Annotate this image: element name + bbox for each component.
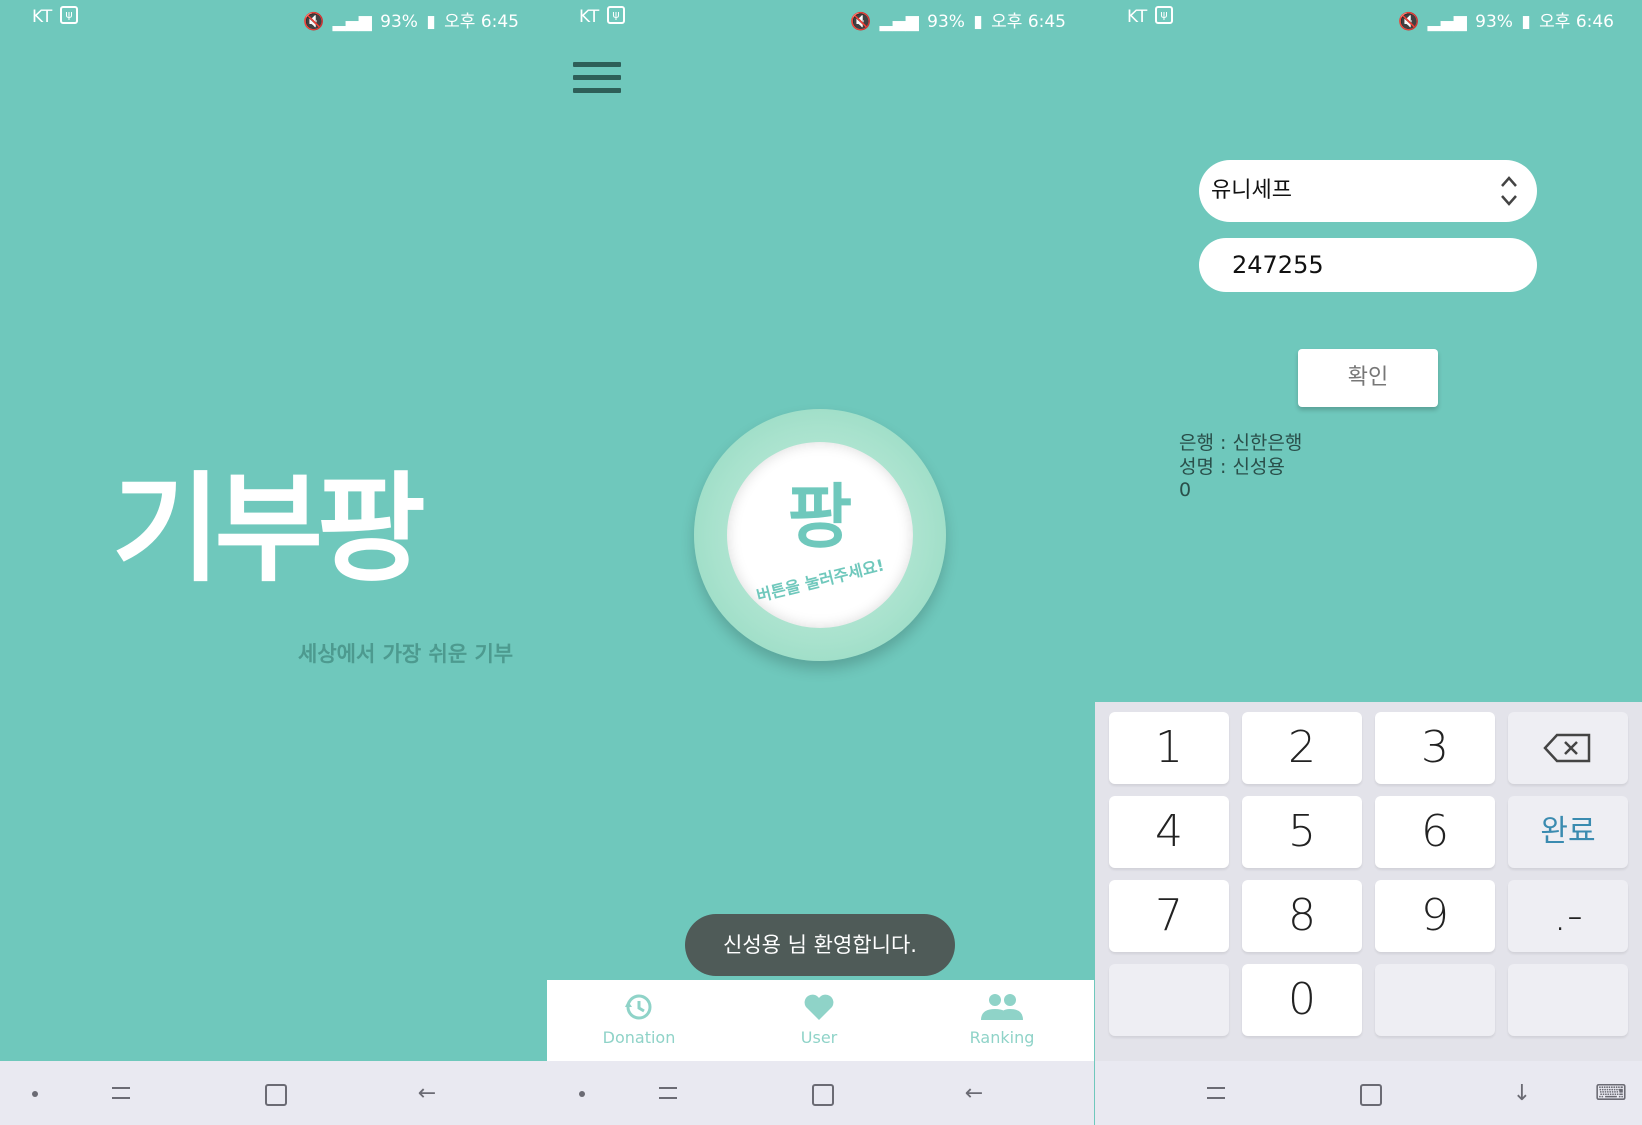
key-0[interactable]: 0 [1242,964,1362,1036]
recent-apps-button[interactable] [1203,1081,1229,1107]
mute-icon: 🔇 [1397,12,1420,32]
battery-icon: ▮ [426,12,436,32]
key-9[interactable]: 9 [1375,880,1495,952]
empty-key-mid [1375,964,1495,1036]
key-4[interactable]: 4 [1109,796,1229,868]
account-holder-info: 성명 : 신성용 [1179,456,1285,478]
backspace-key[interactable] [1508,712,1628,784]
system-nav-bar: ↓ ⌨ [1095,1061,1642,1125]
battery-level: 93% [1475,12,1513,32]
donate-tap-hint: 버튼을 눌러주세요! [754,555,887,606]
key-5[interactable]: 5 [1242,796,1362,868]
amount-input-value: 247255 [1232,251,1324,279]
keyboard-icon[interactable]: ⌨ [1595,1081,1627,1107]
key-2[interactable]: 2 [1242,712,1362,784]
key-1[interactable]: 1 [1109,712,1229,784]
organization-select-value: 유니세프 [1211,178,1292,203]
usb-icon: ψ [607,6,625,24]
system-nav-bar: ← [547,1061,1094,1125]
usb-icon: ψ [60,6,78,24]
hamburger-menu-icon[interactable] [573,62,621,98]
clock: 오후 6:46 [1539,12,1614,32]
empty-key-right [1508,964,1628,1036]
mute-icon: 🔇 [849,12,872,32]
signal-icon: ▂▄▆ [879,12,919,32]
numeric-keypad: 1 2 3 4 5 6 완료 7 8 9 .- 0 [1095,702,1642,1061]
history-icon [625,994,652,1020]
app-tagline: 세상에서 가장 쉬운 기부 [298,642,514,666]
heart-icon [804,994,834,1020]
tab-ranking-label: Ranking [969,1028,1035,1047]
clock: 오후 6:45 [444,12,519,32]
back-button[interactable]: ← [414,1081,440,1107]
key-8[interactable]: 8 [1242,880,1362,952]
tab-user-label: User [800,1028,838,1047]
dot-dash-key[interactable]: .- [1508,880,1628,952]
app-logo: 기부팡 [112,460,426,598]
donate-tap-char: 팡 [787,476,853,558]
backspace-icon [1543,733,1591,763]
battery-level: 93% [380,12,418,32]
done-key[interactable]: 완료 [1508,796,1628,868]
donate-tap-button[interactable]: 팡 버튼을 눌러주세요! [694,409,946,661]
bottom-tab-bar: Donation User Ranking [547,980,1094,1061]
organization-select[interactable]: 유니세프 [1199,160,1537,222]
nav-dot-icon[interactable] [569,1081,595,1107]
amount-input[interactable]: 247255 [1199,238,1537,292]
key-7[interactable]: 7 [1109,880,1229,952]
hide-keyboard-button[interactable]: ↓ [1509,1081,1535,1107]
status-right: 🔇 ▂▄▆ 93% ▮ 오후 6:45 [300,7,519,32]
people-icon [981,994,1023,1020]
back-button[interactable]: ← [961,1081,987,1107]
key-3[interactable]: 3 [1375,712,1495,784]
recent-apps-button[interactable] [108,1081,134,1107]
system-nav-bar: ← [0,1061,547,1125]
home-button[interactable] [262,1081,288,1107]
status-bar: KT ψ 🔇 ▂▄▆ 93% ▮ 오후 6:45 [0,0,547,34]
carrier-label: KT [1127,7,1148,27]
tab-donation-label: Donation [602,1028,676,1047]
signal-icon: ▂▄▆ [332,12,372,32]
tab-ranking[interactable]: Ranking [937,990,1067,1047]
donate-tap-face: 팡 버튼을 눌러주세요! [727,442,913,628]
status-right: 🔇 ▂▄▆ 93% ▮ 오후 6:45 [847,7,1066,32]
clock: 오후 6:45 [991,12,1066,32]
nav-dot-icon[interactable] [22,1081,48,1107]
home-button[interactable] [809,1081,835,1107]
updown-arrow-icon [1501,176,1517,206]
battery-icon: ▮ [1521,12,1531,32]
status-bar: KT ψ 🔇 ▂▄▆ 93% ▮ 오후 6:45 [547,0,1094,34]
tab-donation[interactable]: Donation [574,990,704,1047]
confirm-button[interactable]: 확인 [1298,349,1438,407]
signal-icon: ▂▄▆ [1427,12,1467,32]
battery-level: 93% [927,12,965,32]
main-screen: KT ψ 🔇 ▂▄▆ 93% ▮ 오후 6:45 팡 버튼을 눌러주세요! 신성… [547,0,1094,1125]
status-right: 🔇 ▂▄▆ 93% ▮ 오후 6:46 [1395,7,1614,32]
usb-icon: ψ [1155,6,1173,24]
balance-value: 0 [1179,479,1192,501]
status-bar: KT ψ 🔇 ▂▄▆ 93% ▮ 오후 6:46 [1095,0,1642,34]
home-button[interactable] [1357,1081,1383,1107]
empty-key-left [1109,964,1229,1036]
bank-info: 은행 : 신한은행 [1179,432,1303,454]
welcome-toast: 신성용 님 환영합니다. [685,914,955,976]
splash-screen: KT ψ 🔇 ▂▄▆ 93% ▮ 오후 6:45 기부팡 세상에서 가장 쉬운 … [0,0,547,1125]
carrier-label: KT [32,7,53,27]
key-6[interactable]: 6 [1375,796,1495,868]
recent-apps-button[interactable] [655,1081,681,1107]
tab-user[interactable]: User [754,990,884,1047]
donation-form-screen: KT ψ 🔇 ▂▄▆ 93% ▮ 오후 6:46 유니세프 247255 확인 … [1095,0,1642,1125]
mute-icon: 🔇 [302,12,325,32]
battery-icon: ▮ [973,12,983,32]
carrier-label: KT [579,7,600,27]
